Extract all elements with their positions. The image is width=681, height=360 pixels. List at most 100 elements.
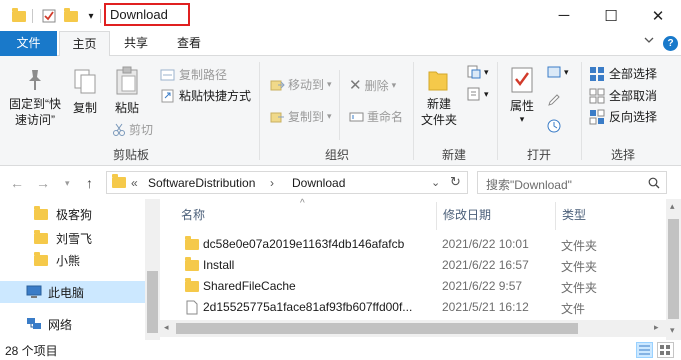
properties-button[interactable]: 属性 ▾ bbox=[505, 66, 539, 124]
folder-icon bbox=[112, 174, 126, 188]
properties-checkbox-icon[interactable] bbox=[40, 7, 58, 25]
search-input[interactable]: 搜索"Download" bbox=[486, 176, 572, 193]
delete-x-icon: ✕ bbox=[349, 77, 362, 94]
select-all-button[interactable]: 全部选择 bbox=[589, 65, 657, 82]
close-button[interactable]: ✕ bbox=[635, 0, 681, 31]
status-bar: 28 个项目 bbox=[0, 340, 681, 360]
pin-to-quick-access-button[interactable]: 固定到“快 速访问” bbox=[6, 68, 64, 128]
file-row[interactable]: dc58e0e07a2019e1163f4db146afafcb 2021/6/… bbox=[180, 234, 660, 255]
refresh-icon[interactable]: ↻ bbox=[450, 174, 461, 190]
file-row[interactable]: SharedFileCache 2021/6/22 9:57 文件夹 bbox=[180, 276, 660, 297]
search-icon[interactable] bbox=[648, 177, 660, 189]
file-date: 2021/5/21 16:12 bbox=[442, 300, 529, 314]
folder-icon bbox=[34, 205, 48, 220]
scroll-up-icon[interactable]: ▴ bbox=[670, 201, 675, 212]
column-divider[interactable] bbox=[555, 202, 556, 230]
new-item-button[interactable]: ▾ bbox=[466, 64, 489, 80]
scroll-right-icon[interactable]: ▸ bbox=[654, 322, 659, 333]
copy-path-button[interactable]: 复制路径 bbox=[160, 66, 227, 83]
column-header-name[interactable]: 名称 bbox=[181, 206, 205, 223]
column-divider[interactable] bbox=[436, 202, 437, 230]
horizontal-scrollbar[interactable]: ◂ ▸ bbox=[160, 320, 666, 337]
file-type: 文件夹 bbox=[561, 281, 598, 295]
breadcrumb-download[interactable]: Download bbox=[292, 176, 345, 190]
forward-arrow-icon[interactable]: → bbox=[36, 175, 50, 191]
nav-item-jikegou[interactable]: 极客狗 bbox=[0, 203, 145, 225]
nav-item-xiaoxiong[interactable]: 小熊 bbox=[0, 249, 145, 271]
recent-locations-chevron-icon[interactable]: ▾ bbox=[65, 178, 70, 189]
cut-button[interactable]: 剪切 bbox=[112, 121, 153, 138]
easy-access-button[interactable]: ▾ bbox=[466, 86, 489, 102]
file-name: 2d15525775a1face81af93fb607ffd00f... bbox=[203, 300, 413, 314]
details-view-icon bbox=[639, 345, 650, 355]
nav-scrollbar[interactable] bbox=[145, 199, 160, 340]
search-box[interactable]: 搜索"Download" bbox=[477, 171, 667, 194]
nav-item-this-pc[interactable]: 此电脑 bbox=[0, 281, 145, 303]
divider bbox=[581, 62, 582, 160]
address-bar[interactable]: « SoftwareDistribution › Download ⌄ ↻ bbox=[106, 171, 468, 194]
invert-selection-button[interactable]: 反向选择 bbox=[589, 108, 657, 125]
new-folder-button[interactable]: 新建 文件夹 bbox=[418, 66, 460, 128]
vertical-scrollbar-thumb[interactable] bbox=[668, 219, 679, 319]
edit-button[interactable] bbox=[546, 92, 562, 108]
up-arrow-icon[interactable]: ↑ bbox=[86, 175, 93, 191]
file-row[interactable]: Install 2021/6/22 16:57 文件夹 bbox=[180, 255, 660, 276]
new-folder-icon[interactable] bbox=[62, 7, 80, 25]
copy-to-label: 复制到 bbox=[288, 110, 325, 124]
breadcrumb-overflow[interactable]: « bbox=[131, 176, 138, 190]
nav-scrollbar-thumb[interactable] bbox=[147, 271, 158, 333]
maximize-button[interactable]: ☐ bbox=[588, 0, 634, 31]
back-arrow-icon[interactable]: ← bbox=[10, 175, 24, 191]
select-all-label: 全部选择 bbox=[609, 67, 658, 81]
dropdown-arrow-icon: ▾ bbox=[519, 114, 525, 124]
horizontal-scrollbar-thumb[interactable] bbox=[176, 323, 578, 334]
copy-button[interactable]: 复制 bbox=[69, 68, 101, 116]
dropdown-arrow-icon: ▾ bbox=[391, 79, 397, 90]
vertical-scrollbar[interactable]: ▴ ▾ bbox=[666, 199, 681, 340]
help-icon[interactable]: ? bbox=[663, 36, 678, 51]
copy-to-button[interactable]: 复制到 ▾ bbox=[270, 108, 332, 125]
properties-label: 属性 bbox=[509, 99, 534, 113]
column-header-type[interactable]: 类型 bbox=[562, 206, 586, 223]
minimize-button[interactable]: ─ bbox=[541, 0, 587, 31]
new-folder-label-line2: 文件夹 bbox=[420, 113, 457, 127]
new-folder-icon bbox=[428, 71, 448, 91]
paste-shortcut-icon bbox=[161, 89, 174, 103]
paste-shortcut-button[interactable]: 粘贴快捷方式 bbox=[160, 87, 251, 104]
divider bbox=[100, 9, 101, 23]
tab-home[interactable]: 主页 bbox=[59, 31, 110, 57]
nav-item-liuxuefei[interactable]: 刘雪飞 bbox=[0, 227, 145, 249]
scroll-left-icon[interactable]: ◂ bbox=[164, 322, 169, 333]
breadcrumb-softwaredistribution[interactable]: SoftwareDistribution bbox=[148, 176, 255, 190]
new-folder-label-line1: 新建 bbox=[426, 97, 451, 111]
file-row[interactable]: 2d15525775a1face81af93fb607ffd00f... 202… bbox=[180, 297, 660, 318]
divider bbox=[497, 62, 498, 160]
dropdown-arrow-icon: ▾ bbox=[564, 66, 569, 77]
tab-share[interactable]: 共享 bbox=[112, 31, 160, 56]
paste-button[interactable]: 粘贴 bbox=[109, 66, 145, 116]
scroll-down-icon[interactable]: ▾ bbox=[670, 325, 675, 336]
invert-selection-icon bbox=[589, 109, 605, 124]
edit-icon bbox=[548, 94, 560, 106]
customize-toolbar-dropdown-icon[interactable]: ▾ bbox=[84, 7, 98, 25]
copy-to-icon bbox=[270, 112, 284, 122]
tab-view[interactable]: 查看 bbox=[164, 31, 214, 56]
move-to-button[interactable]: 移动到 ▾ bbox=[270, 76, 332, 93]
open-button[interactable]: ▾ bbox=[546, 64, 569, 80]
large-icons-view-icon bbox=[660, 345, 670, 355]
history-button[interactable] bbox=[546, 118, 562, 134]
delete-button[interactable]: ✕ 删除 ▾ bbox=[349, 76, 396, 94]
divider bbox=[259, 62, 260, 160]
chevron-down-icon[interactable]: ⌄ bbox=[431, 176, 440, 189]
nav-item-network[interactable]: 网络 bbox=[0, 313, 145, 335]
folder-icon bbox=[34, 229, 48, 244]
rename-button[interactable]: 重命名 bbox=[349, 108, 403, 125]
details-view-button[interactable] bbox=[636, 342, 653, 358]
select-none-label: 全部取消 bbox=[609, 89, 658, 103]
window-title: Download bbox=[110, 7, 168, 22]
column-header-date[interactable]: 修改日期 bbox=[443, 206, 491, 223]
tab-file[interactable]: 文件 bbox=[0, 31, 57, 56]
chevron-down-icon[interactable] bbox=[644, 35, 654, 48]
large-icons-view-button[interactable] bbox=[657, 342, 674, 358]
select-none-button[interactable]: 全部取消 bbox=[589, 87, 657, 104]
